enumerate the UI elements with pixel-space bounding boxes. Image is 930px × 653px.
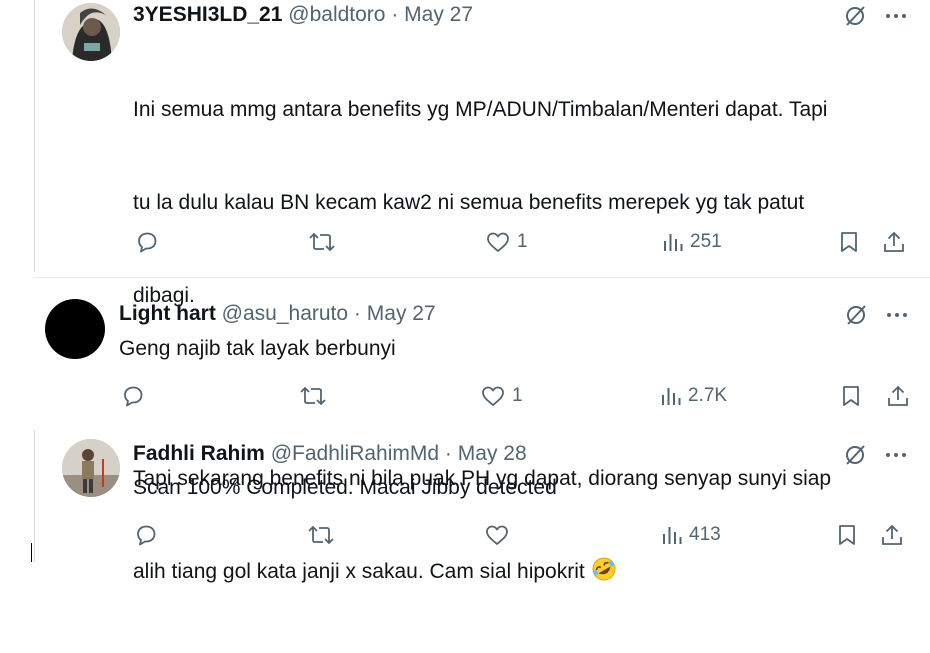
tweet-header: 3YESHI3LD_21 @baldtoro · May 27 (133, 2, 473, 28)
views-icon (663, 527, 682, 544)
tweet-text-line: Ini semua mmg antara benefits yg MP/ADUN… (133, 98, 828, 121)
views-button[interactable]: 2.7K (660, 384, 727, 408)
more-icon[interactable] (885, 4, 907, 33)
tweet-date[interactable]: May 27 (367, 302, 436, 325)
grok-icon[interactable] (844, 303, 868, 332)
like-count: 1 (512, 385, 523, 406)
tweet-date[interactable]: May 27 (404, 3, 473, 26)
reply-button[interactable] (121, 384, 145, 408)
display-name[interactable]: Fadhli Rahim (133, 442, 265, 465)
grok-icon[interactable] (843, 4, 867, 33)
tweet-text-line: tu la dulu kalau BN kecam kaw2 ni semua … (133, 191, 805, 214)
share-icon (884, 231, 904, 252)
like-icon (482, 386, 504, 406)
tweet[interactable]: Fadhli Rahim @FadhliRahimMd · May 28 Sca… (0, 430, 930, 562)
display-name[interactable]: Light hart (119, 302, 216, 325)
tweet-date[interactable]: May 28 (458, 442, 527, 465)
retweet-icon (309, 232, 335, 252)
like-button[interactable]: 1 (485, 230, 528, 254)
user-handle[interactable]: @FadhliRahimMd (271, 442, 439, 465)
bookmark-button[interactable] (840, 384, 862, 408)
tweet-top-icons (843, 443, 907, 472)
tweet-top-icons (843, 4, 907, 33)
like-button[interactable] (484, 523, 510, 547)
reply-icon (137, 525, 156, 546)
retweet-button[interactable] (307, 523, 335, 547)
reply-button[interactable] (135, 230, 159, 254)
tweet-top-icons (844, 303, 908, 332)
tweet-actions: 1 2.7K (0, 384, 930, 414)
tweet-text: Geng najib tak layak berbunyi (119, 337, 396, 360)
retweet-button[interactable] (299, 384, 327, 408)
retweet-icon (308, 525, 334, 545)
bookmark-icon (841, 232, 857, 252)
share-icon (888, 385, 908, 406)
avatar[interactable] (45, 299, 105, 359)
reply-icon (138, 232, 157, 253)
separator: · (353, 302, 361, 325)
tweet[interactable]: 3YESHI3LD_21 @baldtoro · May 27 Ini semu… (0, 0, 930, 583)
user-handle[interactable]: @asu_haruto (222, 302, 348, 325)
reply-button[interactable] (134, 523, 158, 547)
bookmark-button[interactable] (838, 230, 860, 254)
view-count: 251 (690, 231, 722, 252)
bookmark-button[interactable] (836, 523, 858, 547)
views-icon (662, 388, 681, 405)
view-count: 413 (689, 524, 721, 545)
tweet-actions: 413 (0, 523, 930, 553)
share-button[interactable] (882, 230, 906, 254)
tweet-header: Fadhli Rahim @FadhliRahimMd · May 28 (133, 441, 527, 467)
retweet-icon (300, 386, 326, 406)
tweet-text-segment: alih tiang gol kata janji x sakau. Cam s… (133, 560, 585, 583)
user-handle[interactable]: @baldtoro (288, 3, 385, 26)
more-icon[interactable] (885, 443, 907, 472)
like-icon (487, 232, 509, 252)
bookmark-icon (843, 386, 859, 406)
views-button[interactable]: 413 (661, 523, 721, 547)
views-button[interactable]: 251 (662, 230, 722, 254)
separator: · (444, 442, 452, 465)
views-icon (664, 234, 683, 251)
share-button[interactable] (886, 384, 910, 408)
share-icon (882, 524, 902, 545)
more-icon[interactable] (886, 303, 908, 332)
separator: · (391, 3, 399, 26)
avatar[interactable] (62, 3, 120, 61)
tweet-text: Scan 100% Completed. Macai Jibby detecte… (133, 476, 557, 499)
bookmark-icon (839, 525, 855, 545)
share-button[interactable] (880, 523, 904, 547)
tweet[interactable]: Light hart @asu_haruto · May 27 Geng naj… (0, 288, 930, 428)
like-button[interactable]: 1 (480, 384, 523, 408)
view-count: 2.7K (688, 385, 728, 406)
grok-icon[interactable] (843, 443, 867, 472)
display-name[interactable]: 3YESHI3LD_21 (133, 3, 282, 26)
tweet-actions: 1 251 (0, 230, 930, 260)
like-count: 1 (517, 231, 528, 252)
retweet-button[interactable] (308, 230, 336, 254)
avatar[interactable] (62, 439, 120, 497)
like-icon (486, 525, 508, 545)
tweet-header: Light hart @asu_haruto · May 27 (119, 301, 436, 327)
reply-icon (124, 386, 143, 407)
